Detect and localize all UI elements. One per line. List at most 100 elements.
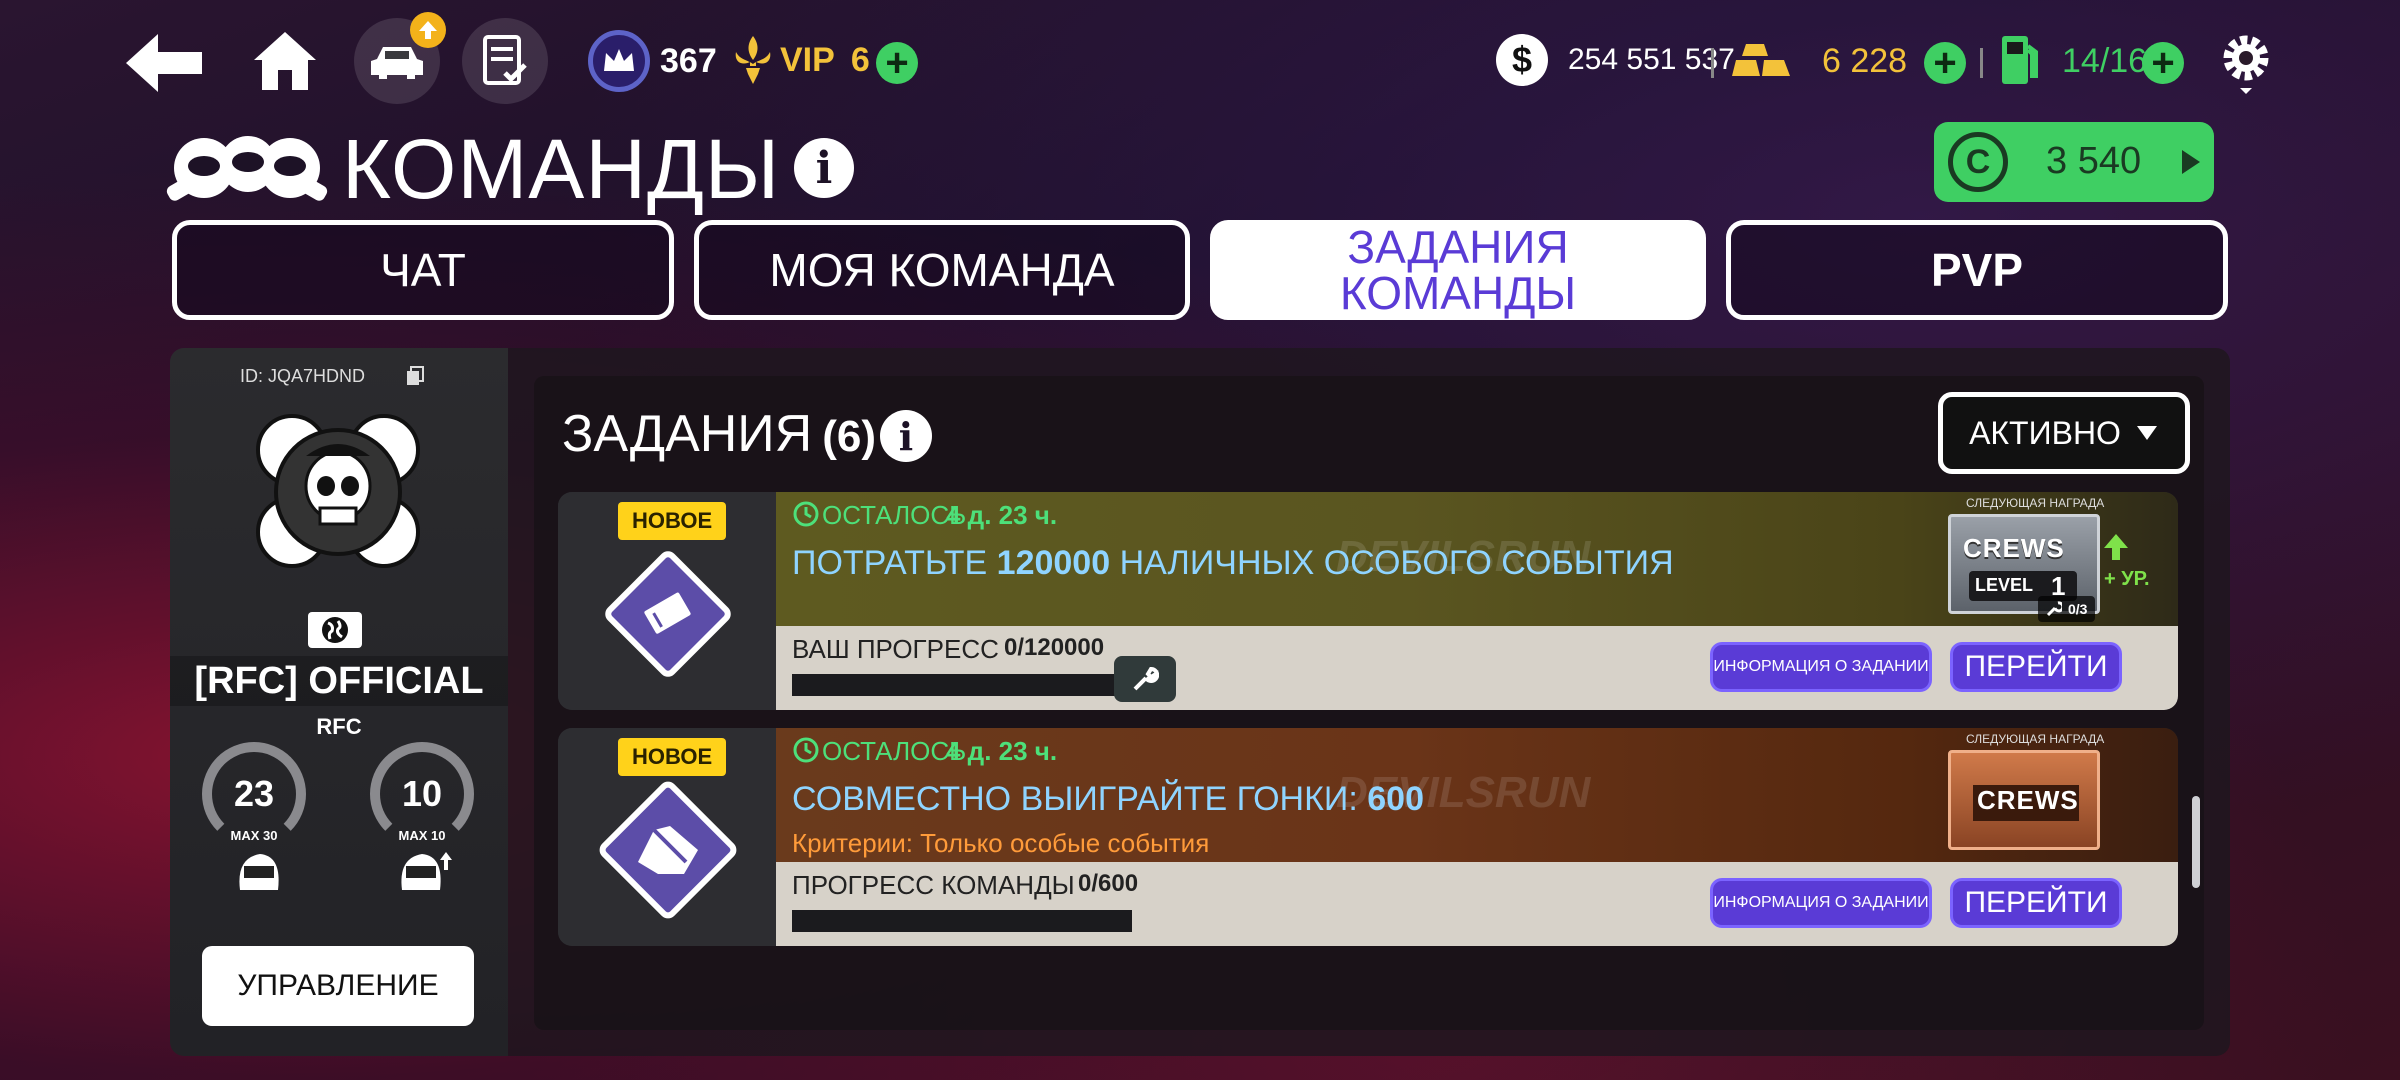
progress-label: ВАШ ПРОГРЕСС — [792, 634, 999, 664]
missions-info-button[interactable]: i — [880, 410, 932, 462]
gear-icon — [2223, 35, 2269, 94]
copy-id-button[interactable] — [406, 366, 424, 391]
filter-label: АКТИВНО — [1969, 414, 2121, 451]
mission-icon-cell: НОВОЕ — [558, 728, 776, 946]
tab-my-crew-label: МОЯ КОМАНДА — [769, 244, 1115, 296]
home-button[interactable] — [250, 28, 320, 94]
vip-level: 6 — [850, 40, 870, 79]
crown-icon — [588, 30, 650, 92]
mission-card: НОВОЕ DEVILSRUN ОСТАЛОСЬ 4 д. 23 ч. СОВМ… — [558, 728, 2178, 946]
mission-card: НОВОЕ DEVILSRUN ОСТАЛОСЬ 4 д. 23 ч. ПОТР… — [558, 492, 2178, 710]
crew-panel: ID: JQA7HDND [RFC] OFFICIAL RFC 23 MAX 3… — [170, 348, 508, 1056]
reward-label: СЛЕДУЮЩАЯ НАГРАДА — [1966, 732, 2105, 746]
wrench-icon — [2046, 601, 2062, 617]
mission-title: СОВМЕСТНО ВЫИГРАЙТЕ ГОНКИ: 600 — [792, 780, 1424, 819]
filter-dropdown[interactable]: АКТИВНО — [1938, 392, 2190, 474]
tab-pvp[interactable]: PVP — [1726, 220, 2228, 320]
level-value: 10 — [401, 773, 443, 814]
crew-name: [RFC] OFFICIAL — [170, 656, 508, 706]
member-helmet-icon — [234, 850, 284, 901]
wrench-button[interactable] — [1114, 656, 1176, 702]
chevron-down-icon — [2136, 426, 2157, 440]
level-max: MAX 10 — [398, 828, 446, 843]
crown-counter: 367 — [588, 30, 717, 92]
crews-logo-icon — [162, 126, 332, 215]
mission-target: 120000 — [996, 544, 1111, 582]
crew-coins-button[interactable]: C 3 540 — [1934, 122, 2214, 202]
copy-icon — [407, 366, 424, 385]
reward-level-label: LEVEL — [1975, 575, 2034, 595]
progress-value: 0/600 — [1078, 870, 1139, 897]
upgrade-badge-icon — [410, 12, 446, 48]
tab-crew-missions-label: ЗАДАНИЯ КОМАНДЫ — [1339, 221, 1577, 319]
reward-plus-level: + УР. — [2104, 568, 2150, 590]
crew-tag: RFC — [316, 714, 362, 739]
go-label: ПЕРЕЙТИ — [1964, 650, 2108, 683]
crew-coins-value: 3 540 — [2046, 140, 2142, 182]
back-button[interactable] — [122, 30, 208, 96]
go-button[interactable]: ПЕРЕЙТИ — [1950, 642, 2122, 692]
mission-target: 600 — [1367, 780, 1424, 818]
go-label: ПЕРЕЙТИ — [1964, 886, 2108, 919]
plus-icon: + — [885, 41, 909, 85]
reward-name: CREWS — [1977, 785, 2079, 815]
mission-icon-cell: НОВОЕ — [558, 492, 776, 710]
page-title: КОМАНДЫ — [342, 122, 781, 216]
crew-emblem — [246, 406, 430, 576]
remaining-label: ОСТАЛОСЬ — [822, 736, 967, 766]
fuel-add-button[interactable]: + — [2142, 42, 2184, 84]
crown-value: 367 — [660, 41, 717, 80]
mission-title-text: СОВМЕСТНО ВЫИГРАЙТЕ ГОНКИ: — [792, 780, 1368, 818]
manage-label: УПРАВЛЕНИЕ — [237, 969, 439, 1002]
level-up-arrow-icon — [2104, 534, 2128, 560]
progress-value: 0/120000 — [1004, 634, 1105, 661]
clock-icon — [793, 737, 819, 763]
remaining-time: 4 д. 23 ч. — [946, 500, 1058, 530]
mission-title: ПОТРАТЬТЕ 120000 НАЛИЧНЫХ ОСОБОГО СОБЫТИ… — [792, 544, 1674, 583]
missions-title: ЗАДАНИЯ — [562, 405, 813, 463]
gold-add-button[interactable]: + — [1924, 42, 1966, 84]
vip-add-button[interactable]: + — [876, 42, 918, 84]
missions-count: (6) — [822, 412, 876, 461]
plus-icon: + — [2151, 41, 2175, 85]
wrench-icon — [1133, 667, 1159, 691]
plus-icon: + — [1933, 41, 1957, 85]
tab-crew-missions[interactable]: ЗАДАНИЯ КОМАНДЫ — [1210, 220, 1706, 320]
tab-chat[interactable]: ЧАТ — [172, 220, 674, 320]
fuel-value: 14/16 — [2062, 42, 2148, 80]
cash-value: 254 551 537 — [1568, 43, 1735, 76]
scrollbar-thumb[interactable] — [2192, 796, 2200, 888]
tab-pvp-label: PVP — [1930, 244, 2024, 296]
cash-counter: $ 254 551 537 — [1496, 34, 1735, 86]
mission-banner: DEVILSRUN ОСТАЛОСЬ 4 д. 23 ч. ПОТРАТЬТЕ … — [776, 492, 2178, 626]
settings-button[interactable] — [2218, 30, 2274, 101]
helmet-upgrade-icon — [398, 850, 454, 901]
remaining-label: ОСТАЛОСЬ — [822, 500, 967, 530]
dollar-icon: $ — [1496, 34, 1548, 86]
mission-criteria: Критерии: Только особые события — [792, 828, 1210, 858]
missions-header: ЗАДАНИЯ (6) — [562, 404, 876, 464]
members-max: MAX 30 — [230, 828, 278, 843]
mission-info-button[interactable]: ИНФОРМАЦИЯ О ЗАДАНИИ — [1710, 878, 1932, 928]
go-button[interactable]: ПЕРЕЙТИ — [1950, 878, 2122, 928]
gold-bars-icon — [1732, 40, 1792, 85]
cash-ticket-icon — [605, 551, 731, 677]
tab-chat-label: ЧАТ — [380, 244, 466, 296]
globe-icon — [322, 617, 348, 643]
checklist-icon — [483, 35, 527, 85]
mission-info-button[interactable]: ИНФОРМАЦИЯ О ЗАДАНИИ — [1710, 642, 1932, 692]
tab-my-crew[interactable]: МОЯ КОМАНДА — [694, 220, 1190, 320]
clock-icon — [793, 501, 819, 527]
mission-info-label: ИНФОРМАЦИЯ О ЗАДАНИИ — [1713, 658, 1929, 675]
reward-keys-value: 0/3 — [2068, 601, 2088, 617]
remaining-time: 4 д. 23 ч. — [946, 736, 1058, 766]
manage-button[interactable]: УПРАВЛЕНИЕ — [202, 946, 474, 1026]
region-badge — [308, 612, 362, 648]
mission-title-text: НАЛИЧНЫХ ОСОБОГО СОБЫТИЯ — [1110, 544, 1674, 582]
tasks-button[interactable] — [462, 18, 548, 104]
progress-strip: ВАШ ПРОГРЕСС 0/120000 ИНФОРМАЦИЯ О ЗАДАН… — [776, 626, 2178, 710]
info-button[interactable]: i — [794, 138, 854, 198]
car-icon — [371, 47, 423, 79]
vip-label: VIP — [780, 40, 835, 79]
new-badge: НОВОЕ — [618, 502, 727, 540]
